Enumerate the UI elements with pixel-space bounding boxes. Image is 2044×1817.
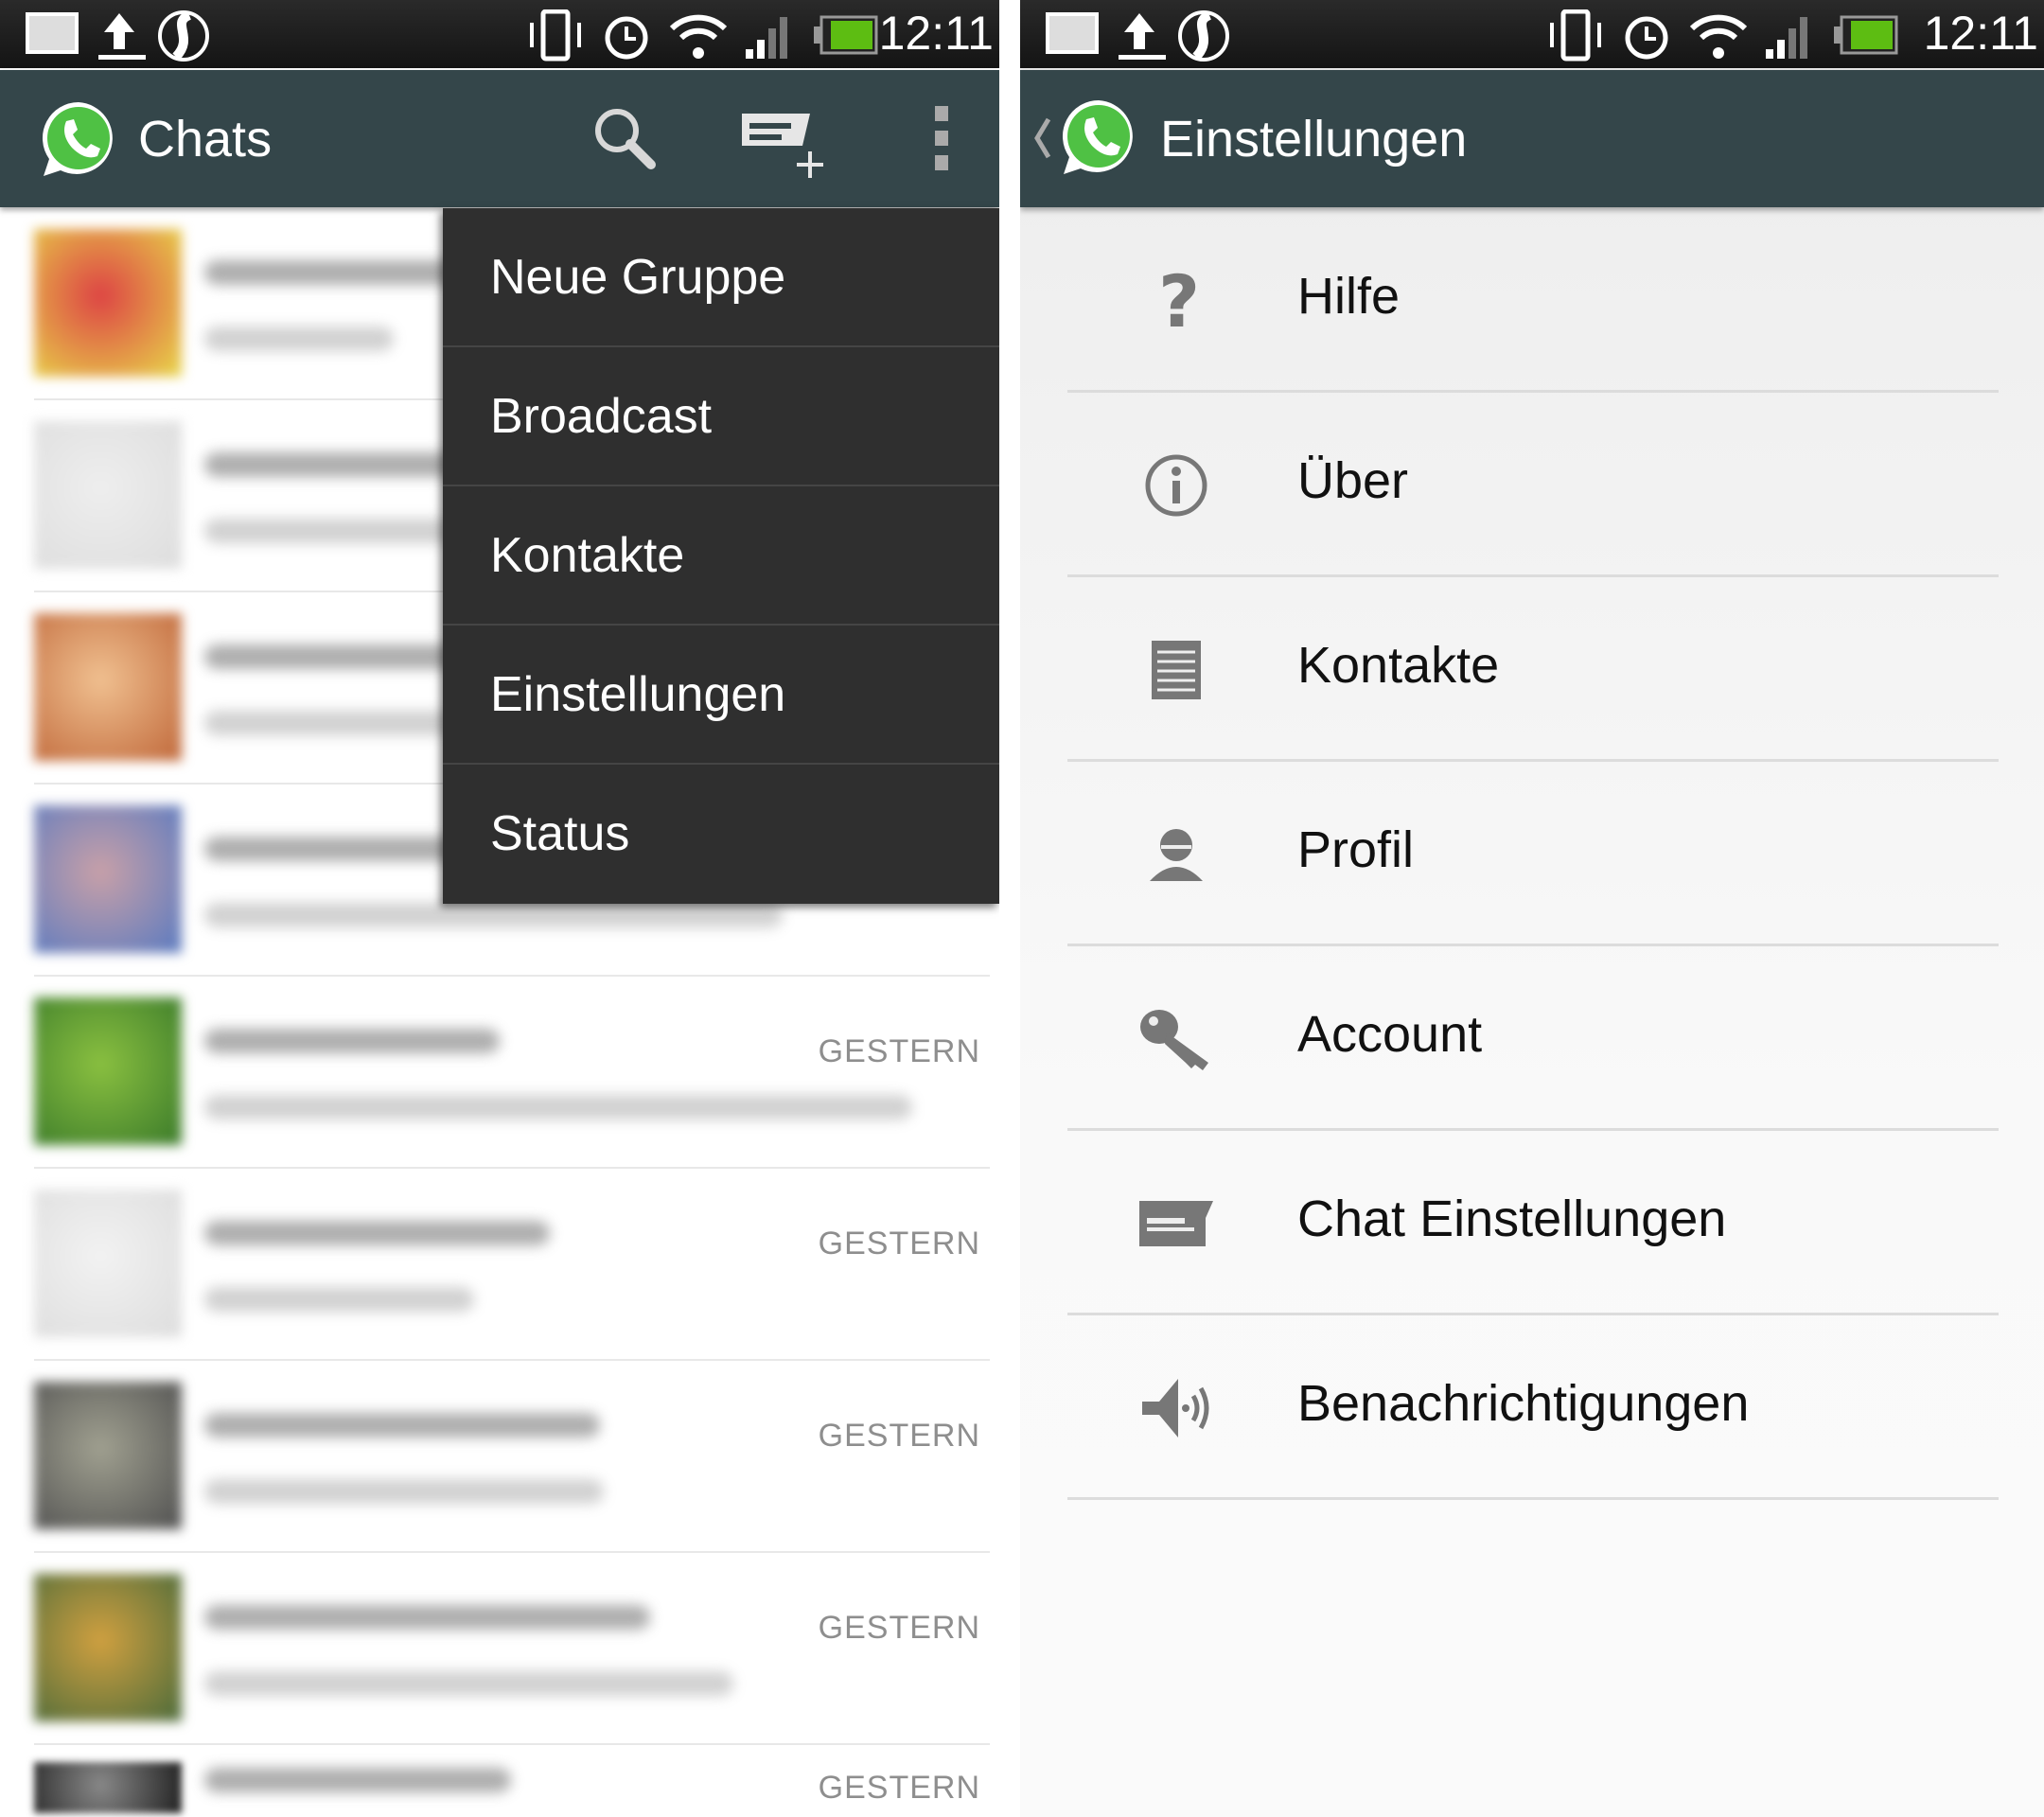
avatar [34,421,182,569]
settings-item-label: Kontakte [1297,637,1500,694]
menu-item-neue-gruppe[interactable]: Neue Gruppe [443,208,999,347]
whatsapp-logo[interactable] [1058,97,1139,178]
svg-text:?: ? [1158,268,1200,334]
message-preview-blurred [204,1479,604,1504]
settings-item-label: Account [1297,1006,1483,1063]
settings-item-über[interactable]: Über [1067,393,1999,577]
avatar [34,1574,182,1721]
back-chevron-icon[interactable] [1033,117,1052,159]
help-icon: ? [1124,267,1228,335]
alarm-icon [605,16,648,60]
screen-title: Einstellungen [1160,111,1468,168]
battery-icon [1834,15,1898,55]
clock: 12:11 [1923,7,2038,60]
avatar [34,1382,182,1529]
settings-item-label: Über [1297,452,1409,509]
swiftkey-icon [1178,10,1229,62]
message-preview-blurred [204,903,783,927]
chat-time: GESTERN [818,1418,980,1454]
settings-item-label: Benachrichtigungen [1297,1375,1750,1432]
status-bar: 12:11 [0,0,999,68]
profile-icon [1124,820,1228,889]
wifi-icon [669,14,728,59]
contact-name-blurred [204,1605,650,1630]
alarm-icon [1625,16,1668,60]
settings-item-kontakte[interactable]: Kontakte [1067,577,1999,762]
upload-icon [1119,13,1166,60]
status-bar: 12:11 [1020,0,2044,68]
speaker-icon [1124,1374,1228,1442]
message-preview-blurred [204,1095,912,1120]
contact-name-blurred [204,1768,511,1792]
new-chat-icon[interactable] [740,104,825,180]
key-icon [1124,1005,1228,1073]
avatar [34,229,182,377]
chat-row[interactable]: GESTERN [34,1745,990,1817]
settings-item-profil[interactable]: Profil [1067,762,1999,946]
avatar [34,1190,182,1337]
chat-row[interactable]: GESTERN [34,1553,990,1745]
message-preview-blurred [204,326,394,351]
signal-icon [746,17,787,59]
chat-row[interactable]: GESTERN [34,977,990,1169]
search-icon[interactable] [590,104,659,172]
settings-item-account[interactable]: Account [1067,946,1999,1131]
vibrate-icon [530,9,581,62]
chat-time: GESTERN [818,1033,980,1069]
contact-name-blurred [204,1413,600,1438]
screen-title: Chats [138,111,273,168]
clock: 12:11 [878,7,994,60]
chat-time: GESTERN [818,1770,980,1806]
settings-item-chat-einstellungen[interactable]: Chat Einstellungen [1067,1131,1999,1315]
screenshot-icon [26,12,79,54]
settings-item-label: Chat Einstellungen [1297,1191,1727,1247]
swiftkey-icon [158,10,209,62]
overflow-menu-icon[interactable] [931,104,954,172]
contact-name-blurred [204,1221,550,1245]
contact-name-blurred [204,1029,500,1053]
avatar [34,805,182,953]
chat-time: GESTERN [818,1226,980,1261]
divider [999,0,1020,1817]
settings-item-label: Hilfe [1297,268,1401,325]
settings-item-label: Profil [1297,821,1415,878]
wifi-icon [1689,14,1748,59]
chats-screen: 12:11 Chats GESTERN GESTERN GESTERN GESTERN… [0,0,999,1817]
menu-item-broadcast[interactable]: Broadcast [443,347,999,486]
action-bar: Einstellungen [1020,70,2044,207]
settings-screen: 12:11 Einstellungen ? Hilfe Über Kontakte Pr… [1020,0,2044,1817]
menu-item-einstellungen[interactable]: Einstellungen [443,626,999,765]
avatar [34,613,182,761]
signal-icon [1766,17,1807,59]
chat-row[interactable]: GESTERN [34,1169,990,1361]
upload-icon [98,13,146,60]
settings-item-hilfe[interactable]: ? Hilfe [1067,208,1999,393]
message-preview-blurred [204,1671,733,1696]
settings-item-benachrichtigungen[interactable]: Benachrichtigungen [1067,1315,1999,1500]
message-preview-blurred [204,1287,474,1312]
vibrate-icon [1550,9,1601,62]
avatar [34,1762,182,1813]
avatar [34,997,182,1145]
menu-item-status[interactable]: Status [443,765,999,904]
menu-item-kontakte[interactable]: Kontakte [443,486,999,626]
info-icon [1124,451,1228,520]
battery-icon [814,15,878,55]
whatsapp-logo[interactable] [38,98,119,180]
screenshot-icon [1046,12,1099,54]
chat-row[interactable]: GESTERN [34,1361,990,1553]
overflow-menu: Neue Gruppe Broadcast Kontakte Einstellu… [443,208,999,904]
chat-icon [1124,1190,1228,1258]
contacts-icon [1124,636,1228,704]
action-bar: Chats [0,70,999,207]
chat-time: GESTERN [818,1610,980,1646]
